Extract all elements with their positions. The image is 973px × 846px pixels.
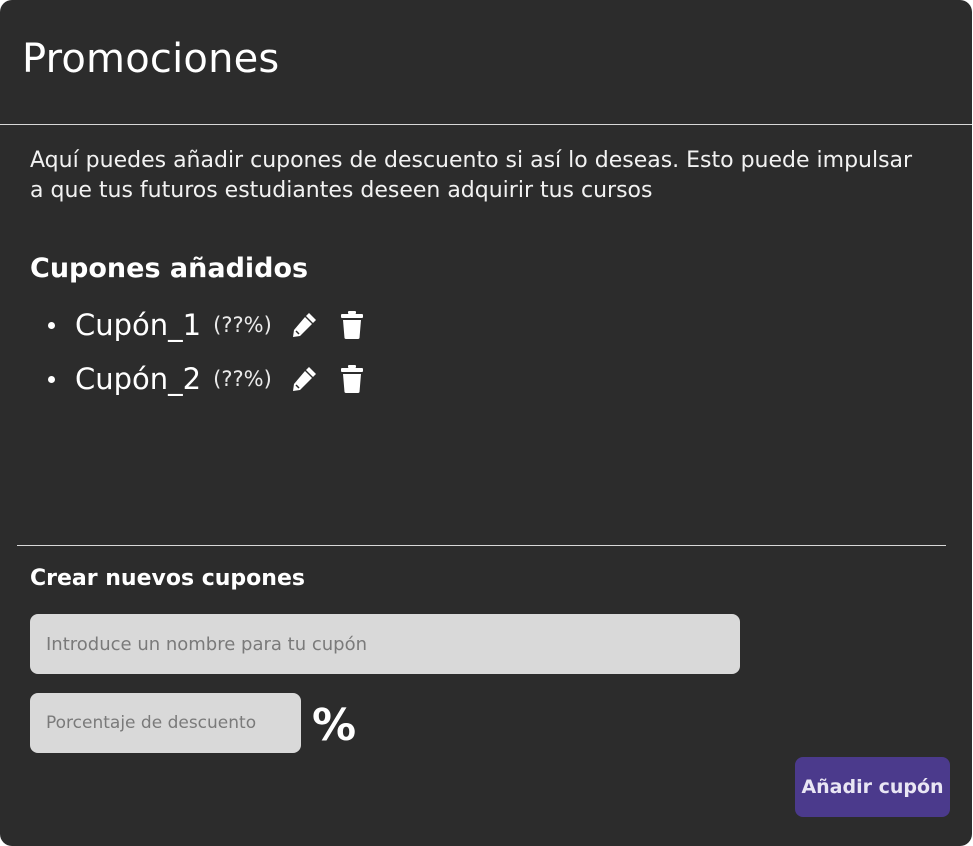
create-section-title: Crear nuevos cupones <box>30 566 305 591</box>
list-item: Cupón_2 (??%) <box>48 352 368 406</box>
pencil-icon[interactable] <box>288 363 320 395</box>
intro-text: Aquí puedes añadir cupones de descuento … <box>30 148 913 203</box>
coupon-name: Cupón_1 <box>75 308 202 342</box>
bullet <box>48 375 55 383</box>
page-title: Promociones <box>22 36 280 82</box>
discount-percent-input[interactable] <box>30 693 301 753</box>
coupon-list: Cupón_1 (??%) Cupón_2 (??%) <box>48 298 368 406</box>
coupons-section-title: Cupones añadidos <box>30 253 309 284</box>
trash-icon[interactable] <box>336 309 368 341</box>
coupon-name: Cupón_2 <box>75 362 202 396</box>
coupon-name-input[interactable] <box>30 614 740 674</box>
promotions-panel: Promociones Aquí puedes añadir cupones d… <box>0 0 972 846</box>
section-divider <box>17 545 946 546</box>
percent-symbol: % <box>312 700 357 751</box>
header-divider <box>0 124 972 125</box>
coupon-percent: (??%) <box>213 367 272 391</box>
coupon-percent: (??%) <box>213 313 272 337</box>
add-coupon-button[interactable]: Añadir cupón <box>795 757 950 817</box>
list-item: Cupón_1 (??%) <box>48 298 368 352</box>
pencil-icon[interactable] <box>288 309 320 341</box>
trash-icon[interactable] <box>336 363 368 395</box>
bullet <box>48 321 55 329</box>
